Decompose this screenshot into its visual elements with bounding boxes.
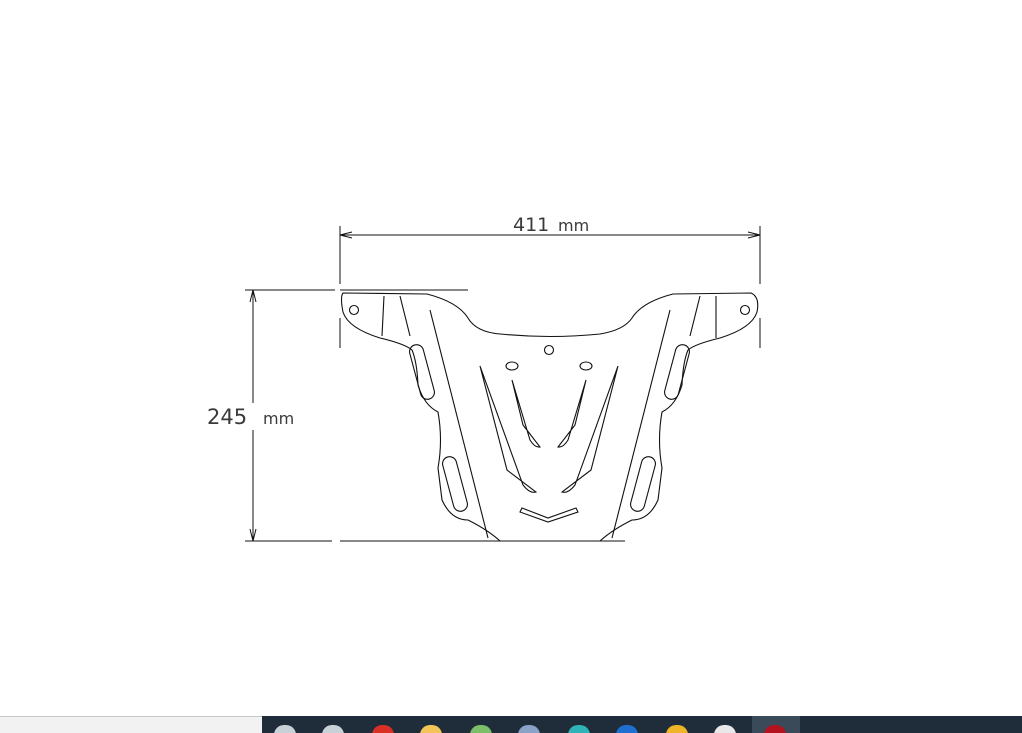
- rack-cutouts: [348, 304, 751, 523]
- height-dimension-unit: mm: [263, 409, 294, 428]
- rack-plate-outline: [340, 292, 759, 542]
- circular-app-icon[interactable]: [714, 725, 736, 733]
- task-view-icon[interactable]: [322, 725, 344, 733]
- taskbar-left-region: [0, 716, 262, 733]
- dimension-lines: [245, 226, 761, 542]
- width-dimension-value: 411: [513, 214, 549, 236]
- calculator-app-icon[interactable]: [518, 725, 540, 733]
- height-dimension-value: 245: [207, 405, 247, 429]
- chrome-icon[interactable]: [372, 725, 394, 733]
- spreadsheet-app-icon[interactable]: [470, 725, 492, 733]
- outlook-mail-icon[interactable]: [616, 725, 638, 733]
- folder-icon[interactable]: [666, 725, 688, 733]
- edge-browser-icon[interactable]: [568, 725, 590, 733]
- file-explorer-folder-icon[interactable]: [420, 725, 442, 733]
- width-dimension-unit: mm: [558, 216, 589, 235]
- search-icon[interactable]: [274, 725, 296, 733]
- technical-drawing: 411 mm 245 mm: [207, 214, 761, 542]
- taskbar: [262, 716, 1022, 733]
